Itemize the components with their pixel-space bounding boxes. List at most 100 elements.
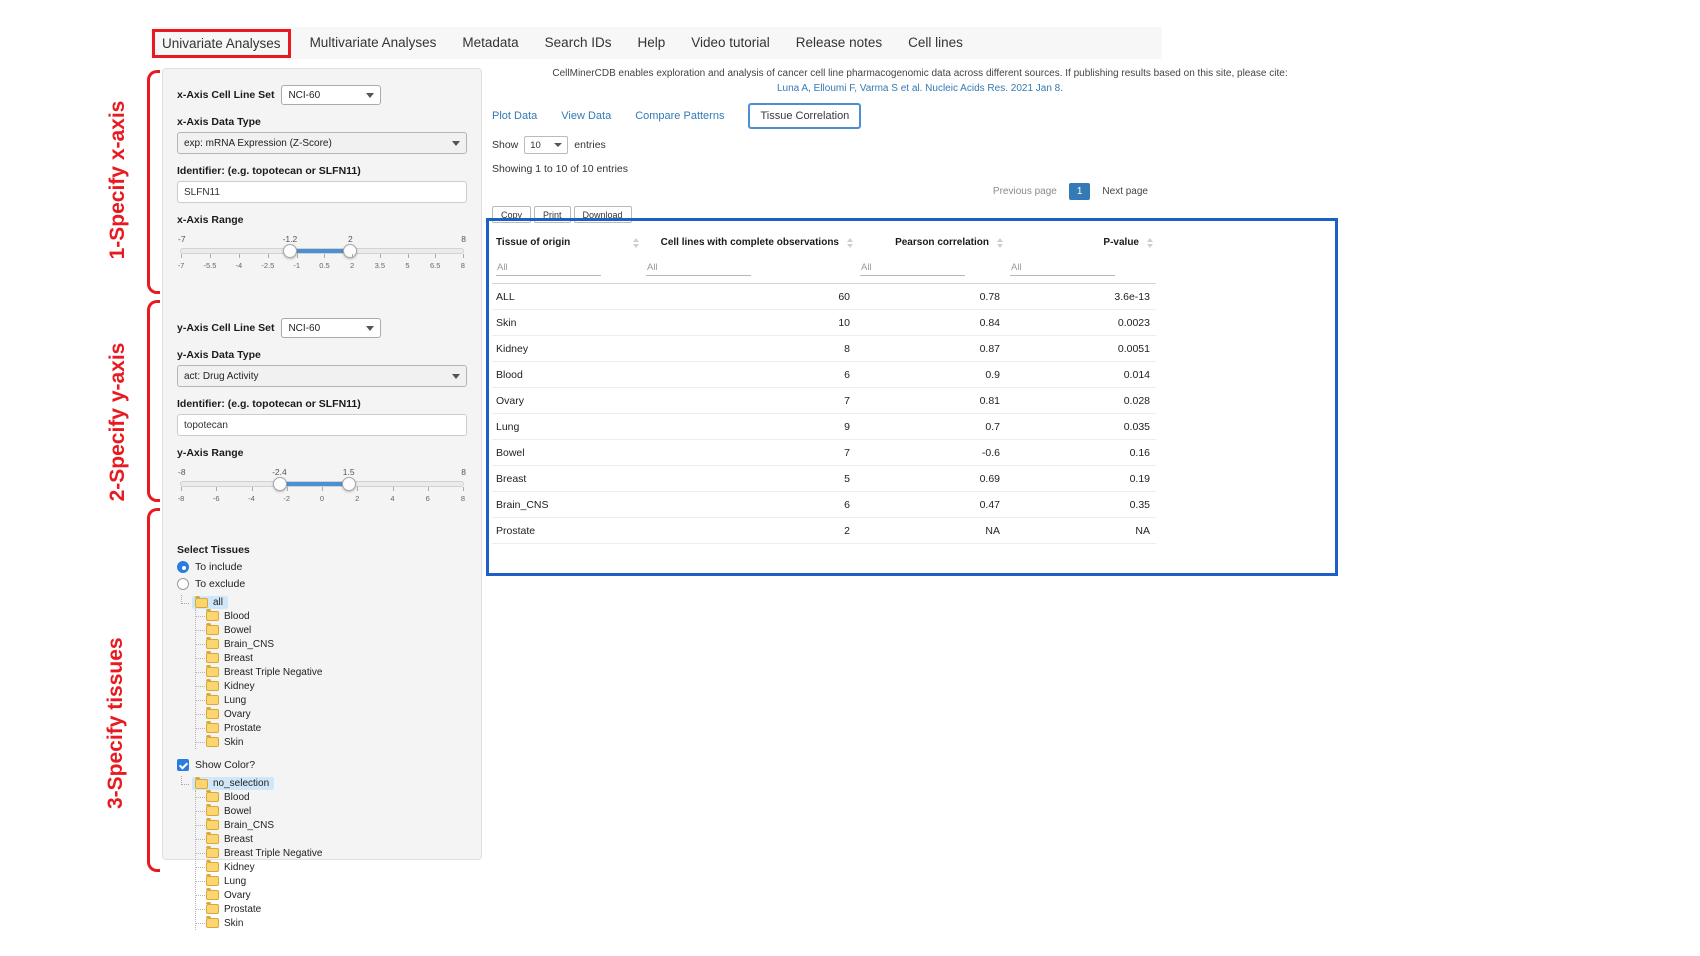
tissue-tree-item-label: Kidney (224, 862, 255, 873)
cell-tissue: Blood (492, 362, 642, 388)
tissue-tree-item[interactable]: Ovary (196, 888, 467, 902)
cell-pvalue: 0.35 (1006, 492, 1156, 518)
tissue-tree-item[interactable]: Blood (196, 790, 467, 804)
tissue-tree-item[interactable]: Blood (196, 609, 467, 623)
citation-link[interactable]: Luna A, Elloumi F, Varma S et al. Nuclei… (492, 83, 1348, 94)
y-range-low-value: -2.4 (272, 467, 287, 477)
folder-icon (206, 792, 219, 802)
export-button[interactable]: Copy (492, 206, 531, 223)
nav-item[interactable]: Metadata (449, 27, 531, 59)
x-range-tick: -7 (176, 261, 186, 270)
x-range-handle-low[interactable] (283, 244, 297, 258)
annotation-step2-label: 2-Specify y-axis (106, 337, 130, 507)
tissue-tree-item[interactable]: Skin (196, 916, 467, 930)
show-color-label: Show Color? (195, 759, 255, 771)
tissue-tree-item[interactable]: Ovary (196, 707, 467, 721)
x-range-label: x-Axis Range (177, 214, 467, 226)
y-range-tick: 4 (388, 494, 398, 503)
next-page-button[interactable]: Next page (1094, 182, 1156, 201)
chevron-down-icon (554, 143, 562, 147)
table-row: Skin 10 0.84 0.0023 (492, 310, 1156, 336)
y-identifier-input[interactable] (177, 414, 467, 436)
previous-page-button[interactable]: Previous page (985, 182, 1065, 201)
x-identifier-input[interactable] (177, 181, 467, 203)
table-row: Lung 9 0.7 0.035 (492, 414, 1156, 440)
sort-icon (997, 238, 1003, 248)
table-row: Bowel 7 -0.6 0.16 (492, 440, 1156, 466)
tissue-tree-item[interactable]: Breast Triple Negative (196, 665, 467, 679)
tissue-tree-item[interactable]: Prostate (196, 902, 467, 916)
showing-entries-text: Showing 1 to 10 of 10 entries (492, 163, 1348, 175)
cell-pvalue: 0.0023 (1006, 310, 1156, 336)
x-range-track[interactable] (180, 248, 464, 254)
nav-item[interactable]: Release notes (783, 27, 895, 59)
nav-item[interactable]: Search IDs (532, 27, 625, 59)
color-tree-root[interactable]: no_selection (179, 776, 467, 790)
column-header-tissue[interactable]: Tissue of origin (492, 230, 642, 255)
folder-icon (195, 598, 208, 608)
table-row: Breast 5 0.69 0.19 (492, 466, 1156, 492)
annotation-brace-x-axis (147, 70, 160, 294)
filter-input-tissue[interactable] (496, 260, 601, 276)
table-row: Kidney 8 0.87 0.0051 (492, 336, 1156, 362)
exclude-radio[interactable] (177, 578, 189, 590)
tissue-tree-item[interactable]: Breast Triple Negative (196, 846, 467, 860)
include-radio[interactable] (177, 561, 189, 573)
tissue-tree-item[interactable]: Breast (196, 832, 467, 846)
select-tissues-label: Select Tissues (177, 544, 467, 556)
tissue-tree-item[interactable]: Kidney (196, 679, 467, 693)
y-data-type-select[interactable]: act: Drug Activity (177, 365, 467, 387)
annotation-brace-tissues (147, 508, 160, 872)
x-range-tick: -1 (292, 261, 302, 270)
x-data-type-select[interactable]: exp: mRNA Expression (Z-Score) (177, 132, 467, 154)
filter-input-pvalue[interactable] (1010, 260, 1115, 276)
tissue-tree-item-label: Skin (224, 737, 243, 748)
tissue-tree-item[interactable]: Lung (196, 693, 467, 707)
include-tree-root[interactable]: all (179, 595, 467, 609)
export-button[interactable]: Download (574, 206, 632, 223)
result-tab[interactable]: View Data (561, 110, 611, 122)
nav-item[interactable]: Multivariate Analyses (297, 27, 450, 59)
y-range-tick: 2 (352, 494, 362, 503)
tissue-tree-item[interactable]: Kidney (196, 860, 467, 874)
y-range-handle-low[interactable] (273, 477, 287, 491)
filter-input-cell-lines[interactable] (646, 260, 751, 276)
color-tree-root-label: no_selection (213, 778, 269, 789)
filter-input-pearson[interactable] (860, 260, 965, 276)
tissue-tree-item[interactable]: Bowel (196, 623, 467, 637)
tissue-tree-item[interactable]: Skin (196, 735, 467, 749)
x-range-handle-high[interactable] (343, 244, 357, 258)
column-header-pearson[interactable]: Pearson correlation (856, 230, 1006, 255)
current-page-button[interactable]: 1 (1069, 183, 1091, 200)
result-tab[interactable]: Tissue Correlation (748, 103, 861, 129)
column-header-label: Tissue of origin (496, 237, 570, 248)
table-row: Brain_CNS 6 0.47 0.35 (492, 492, 1156, 518)
tissue-tree-item-label: Brain_CNS (224, 820, 274, 831)
result-tab[interactable]: Plot Data (492, 110, 537, 122)
table-row: Blood 6 0.9 0.014 (492, 362, 1156, 388)
y-cell-line-set-select[interactable]: NCI-60 (281, 318, 381, 338)
result-tab[interactable]: Compare Patterns (635, 110, 724, 122)
x-range-tick: 2 (347, 261, 357, 270)
nav-item[interactable]: Video tutorial (678, 27, 783, 59)
export-button[interactable]: Print (534, 206, 571, 223)
column-header-cell-lines[interactable]: Cell lines with complete observations (642, 230, 856, 255)
nav-item[interactable]: Cell lines (895, 27, 976, 59)
tissue-tree-item[interactable]: Lung (196, 874, 467, 888)
cell-count: 6 (642, 362, 856, 388)
column-header-pvalue[interactable]: P-value (1006, 230, 1156, 255)
tissue-tree-item[interactable]: Brain_CNS (196, 637, 467, 651)
cell-tissue: Brain_CNS (492, 492, 642, 518)
nav-item[interactable]: Univariate Analyses (152, 29, 291, 58)
entries-select[interactable]: 10 (524, 136, 568, 154)
tissue-tree-item[interactable]: Breast (196, 651, 467, 665)
show-color-checkbox[interactable] (177, 759, 189, 771)
y-range-handle-high[interactable] (342, 477, 356, 491)
tissue-tree-item[interactable]: Brain_CNS (196, 818, 467, 832)
tissue-tree-item[interactable]: Bowel (196, 804, 467, 818)
nav-item[interactable]: Help (624, 27, 678, 59)
y-data-type-label: y-Axis Data Type (177, 349, 467, 361)
x-axis-range-slider: -7 8 -1.2 2 -7 -5.5 -4 -2.5 -1 0.5 2 (180, 234, 464, 270)
x-cell-line-set-select[interactable]: NCI-60 (281, 85, 381, 105)
tissue-tree-item[interactable]: Prostate (196, 721, 467, 735)
